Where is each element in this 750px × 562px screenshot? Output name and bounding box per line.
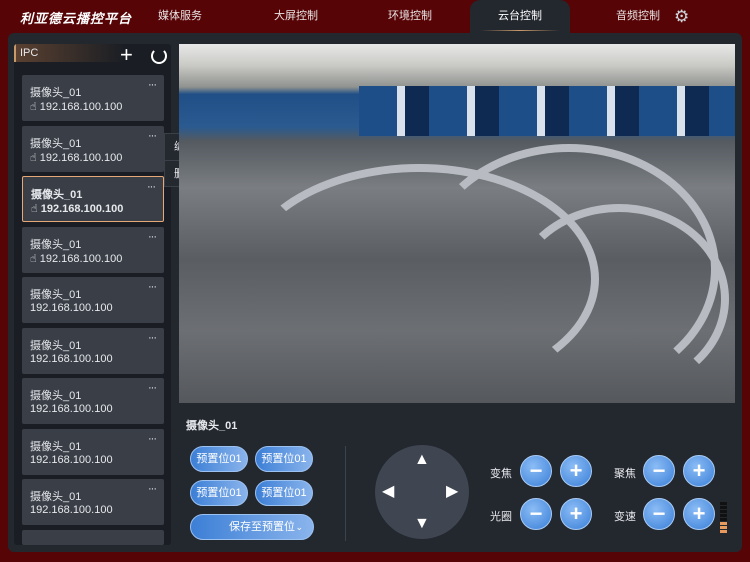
camera-ip: ☝ 192.168.100.100 [30,252,122,265]
tab-0[interactable]: 媒体服务器 [154,0,206,55]
camera-ip-text: 192.168.100.100 [39,101,123,113]
camera-video-feed [179,44,735,403]
video-wall-image [359,86,735,136]
preset-button[interactable]: 预置位01 [190,446,248,472]
sidebar-title: IPC [14,44,124,62]
refresh-icon[interactable] [151,48,167,64]
speed-level-bar [720,510,727,513]
camera-ip-text: 192.168.100.100 [30,403,113,415]
iris-label: 光圈 [490,511,512,523]
more-options-icon[interactable]: ··· [148,382,157,394]
camera-ip-text: 192.168.100.100 [30,352,113,365]
zoom-label: 变焦 [490,468,512,480]
camera-list-item[interactable]: 摄像头_01 ··· 192.168.100.100 [22,327,164,374]
save-preset-label: 保存至预置位 [229,521,295,533]
camera-name: 摄像头_01 [30,238,82,251]
focus-minus-button[interactable]: − [643,455,675,487]
tab-4[interactable]: 音频控制 [608,0,668,33]
more-options-icon[interactable]: ··· [147,181,156,193]
camera-name: 摄像头_01 [31,189,83,201]
speed-level-bar [720,518,727,521]
camera-name: 摄像头_01 [30,87,82,99]
camera-list-item[interactable]: 摄像头_01 ··· 192.168.100.100 [22,479,164,525]
camera-name: 摄像头_01 [30,440,82,453]
more-options-icon[interactable]: ··· [148,130,157,142]
camera-name: 摄像头_01 [30,289,82,301]
footer-decoration [0,552,283,562]
camera-ip: 192.168.100.100 [30,504,113,516]
tab-1[interactable]: 大屏控制 [266,0,326,33]
speed-level-bar [720,526,727,529]
selected-camera-name: 摄像头_01 [186,420,238,432]
camera-ip-text: 192.168.100.100 [30,504,113,516]
focus-label: 聚焦 [614,468,636,480]
hand-pointer-icon: ☝ [30,151,40,164]
camera-ip: 192.168.100.100 [30,403,113,415]
arrow-right-icon[interactable]: ▶ [446,484,458,500]
preset-button[interactable]: 预置位01 [190,480,248,506]
desk-image [509,204,729,394]
iris-minus-button[interactable]: − [520,498,552,530]
add-camera-button[interactable]: + [120,44,133,66]
zoom-minus-button[interactable]: − [520,455,552,487]
arrow-left-icon[interactable]: ◀ [382,484,394,500]
camera-list-item[interactable]: 摄像头_01 ··· 192.168.100.100 [22,378,164,424]
camera-list-item[interactable] [22,529,164,545]
camera-list-item[interactable]: 摄像头_01 ··· 192.168.100.100 [22,277,164,323]
more-options-icon[interactable]: ··· [148,332,157,344]
more-options-icon[interactable]: ··· [148,483,157,495]
preset-button[interactable]: 预置位01 [255,446,313,472]
hand-pointer-icon: ☝ [31,203,41,215]
zoom-plus-button[interactable]: + [560,455,592,487]
chevron-down-icon: ⌄ [295,522,303,532]
camera-list-item[interactable]: 摄像头_01 ··· ☝ 192.168.100.100 [22,75,164,121]
camera-name: 摄像头_01 [30,339,82,352]
camera-ip-text: 192.168.100.100 [39,252,123,265]
speed-plus-button[interactable]: + [683,498,715,530]
camera-name: 摄像头_01 [30,390,82,402]
speed-level-bar [720,506,727,509]
speed-level-bar [720,514,727,517]
speed-minus-button[interactable]: − [643,498,675,530]
footer-decoration [480,552,750,562]
more-options-icon[interactable]: ··· [148,231,157,243]
more-options-icon[interactable]: ··· [148,281,157,293]
camera-ip: 192.168.100.100 [30,353,113,365]
arrow-down-icon[interactable]: ▼ [414,516,430,532]
camera-ip: ☝ 192.168.100.100 [30,151,122,164]
camera-ip-text: 192.168.100.100 [30,302,113,314]
camera-list-item[interactable]: 摄像头_01 ··· ☝ 192.168.100.100 [22,176,164,222]
speed-level-bar [720,502,727,505]
iris-plus-button[interactable]: + [560,498,592,530]
arrow-up-icon[interactable]: ▲ [414,452,430,468]
camera-ip: 192.168.100.100 [30,454,113,466]
more-options-icon[interactable]: ··· [148,79,157,91]
save-preset-dropdown[interactable]: 保存至预置位 ⌄ [190,514,314,540]
camera-list-item[interactable]: 摄像头_01 ··· ☝ 192.168.100.100 [22,226,164,273]
camera-name: 摄像头_01 [30,137,82,150]
camera-ip: 192.168.100.100 [30,302,113,314]
more-options-icon[interactable]: ··· [148,433,157,445]
camera-ip: ☝ 192.168.100.100 [30,100,122,113]
divider [345,446,346,541]
preset-button[interactable]: 预置位01 [255,480,313,506]
speed-level-bar [720,522,727,525]
camera-ip: ☝ 192.168.100.100 [31,202,123,215]
camera-ip-text: 192.168.100.100 [39,151,123,164]
hand-pointer-icon: ☝ [30,101,40,113]
focus-plus-button[interactable]: + [683,455,715,487]
camera-name: 摄像头_01 [30,491,82,503]
tab-3[interactable]: 云台控制 [470,0,570,33]
camera-ip-text: 192.168.100.100 [30,453,113,466]
speed-level-bar [720,530,727,533]
camera-list-item[interactable]: 摄像头_01 ··· ☝ 192.168.100.100 [22,125,164,172]
tab-2[interactable]: 环境控制 [380,0,440,33]
camera-list-item[interactable]: 摄像头_01 ··· 192.168.100.100 [22,428,164,475]
logo: 利亚德云播控平台 [20,11,133,26]
camera-ip-text: 192.168.100.100 [40,203,124,215]
hand-pointer-icon: ☝ [30,252,40,265]
settings-gear-icon[interactable]: ⚙ [674,8,691,25]
ipc-sidebar: IPC + 摄像头_01 ··· ☝ 192.168.100.100 摄像头_01… [14,44,171,545]
speed-label: 变速 [614,511,636,523]
